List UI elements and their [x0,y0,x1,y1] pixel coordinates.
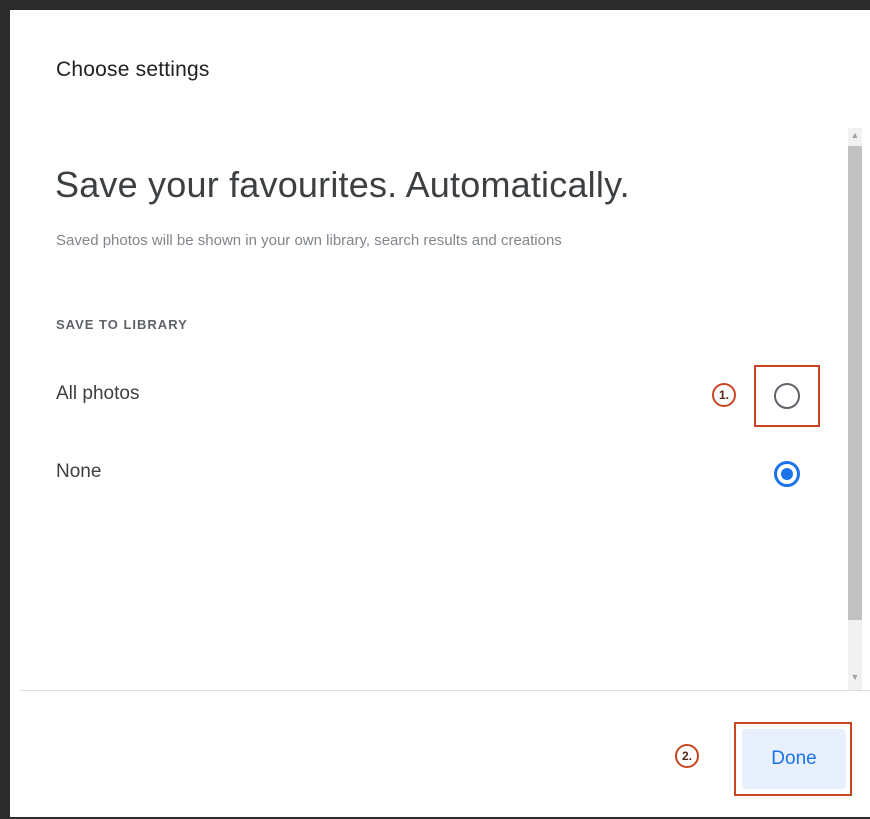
step1-badge: 1. [712,383,736,407]
step2-badge: 2. [675,744,699,768]
option-all-photos-label[interactable]: All photos [56,383,139,405]
none-radio[interactable] [774,461,800,487]
radio-selected-dot [781,468,793,480]
scrollbar-thumb[interactable] [848,146,862,620]
footer-divider [20,690,870,691]
settings-dialog: Choose settings Save your favourites. Au… [10,10,870,815]
subtitle: Saved photos will be shown in your own l… [56,232,562,249]
step2-highlight-box [734,722,852,796]
scroll-down-arrow-icon[interactable]: ▼ [848,670,862,684]
dialog-title: Choose settings [56,58,210,81]
step1-highlight-box [754,365,820,427]
section-label: SAVE TO LIBRARY [56,317,188,332]
option-none-label[interactable]: None [56,461,101,483]
headline: Save your favourites. Automatically. [55,164,630,205]
scroll-up-arrow-icon[interactable]: ▲ [848,128,862,142]
